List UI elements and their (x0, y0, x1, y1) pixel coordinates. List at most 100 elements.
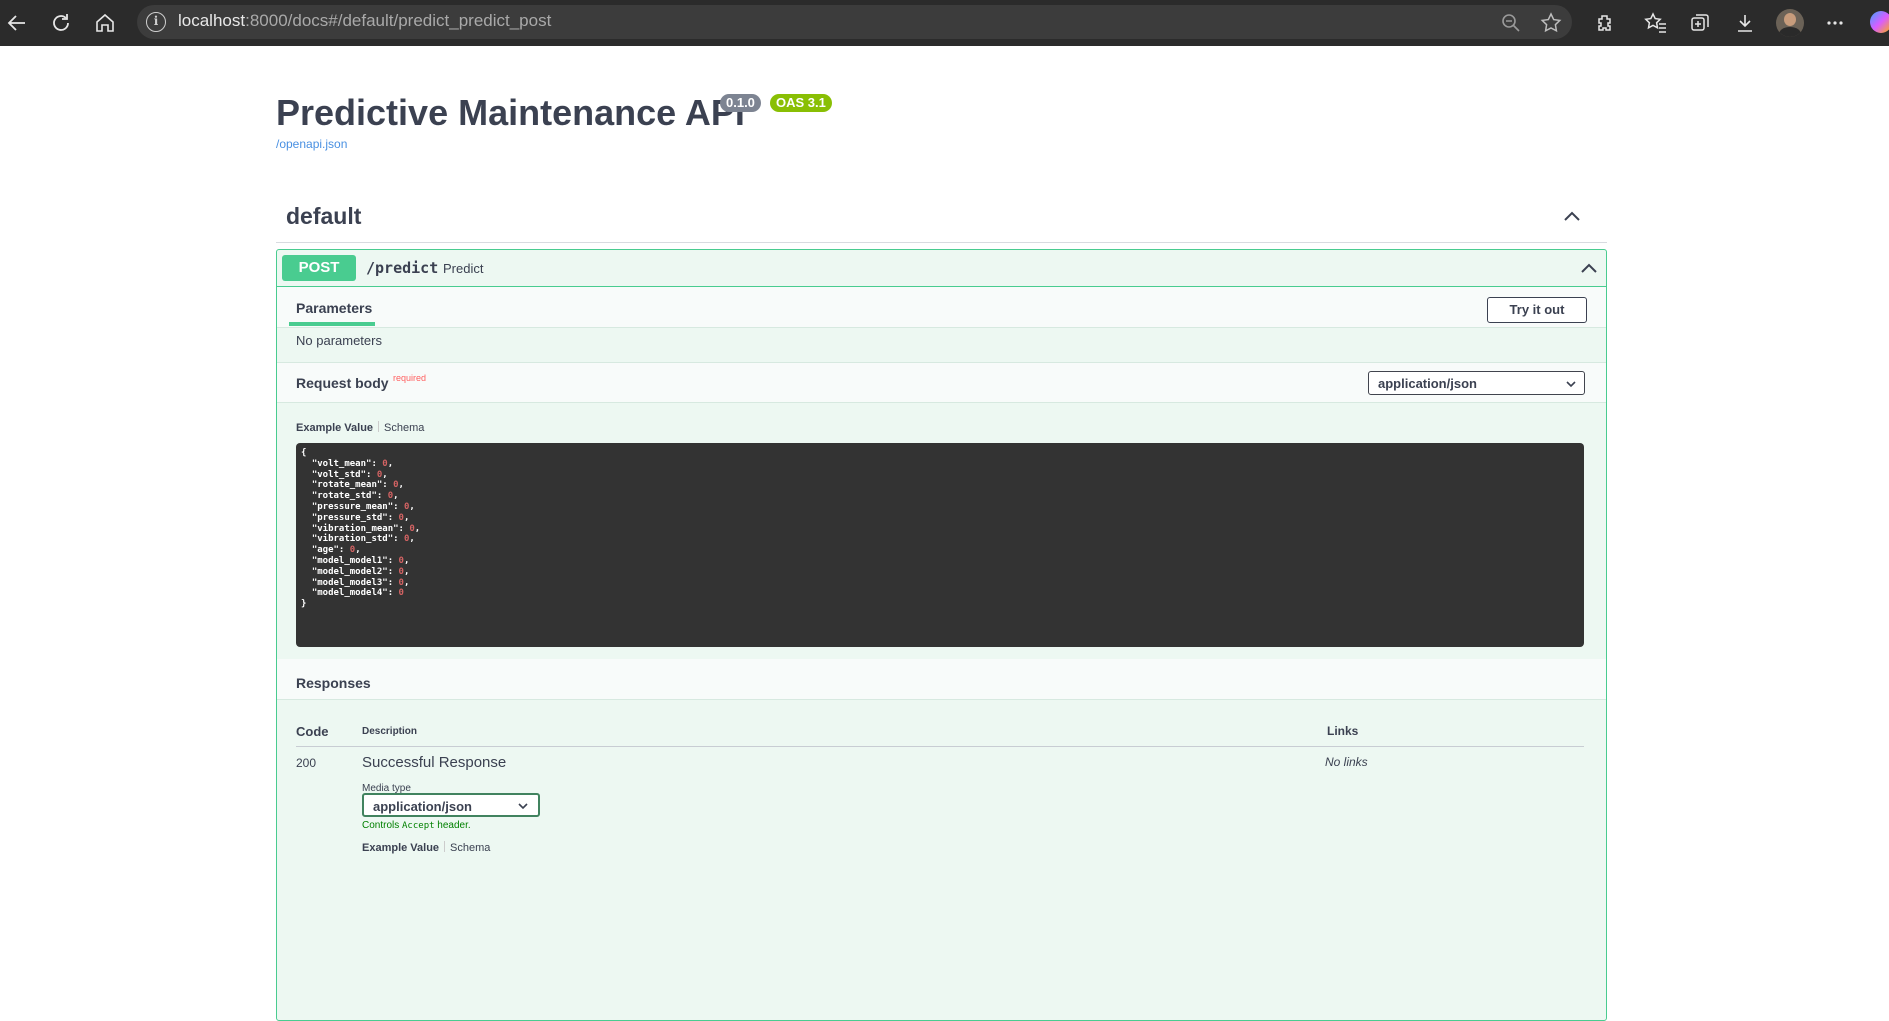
url-text[interactable]: localhost:8000/docs#/default/predict_pre… (178, 11, 551, 31)
code-key: "rotate_std": (301, 491, 388, 502)
code-line: "vibration_std": 0, (301, 534, 415, 544)
response-example-schema-tabs: Example Value Schema (362, 841, 490, 854)
code-key: "vibration_std": (301, 534, 404, 545)
controls-prefix: Controls (362, 820, 403, 831)
tag-section-header[interactable]: default (276, 192, 1607, 243)
code-punct: , (403, 566, 410, 577)
reload-icon[interactable] (46, 8, 76, 38)
profile-avatar[interactable] (1775, 8, 1805, 38)
code-key: "model_model1": (301, 556, 399, 566)
chevron-down-icon (1566, 381, 1576, 388)
star-icon[interactable] (1536, 8, 1566, 38)
code-key: "model_model3": (301, 577, 399, 588)
media-type-select[interactable]: application/json (362, 793, 540, 817)
code-key: "model_model4": (301, 588, 399, 599)
more-icon[interactable] (1820, 8, 1850, 38)
operation-block: POST /predict Predict Parameters Try it … (276, 249, 1607, 1021)
copilot-icon[interactable] (1870, 11, 1889, 33)
api-title: Predictive Maintenance API (276, 92, 745, 133)
code-line: "vibration_mean": 0, (301, 524, 420, 534)
request-body-header: Request body required application/json (277, 362, 1606, 403)
code-line: "model_model3": 0, (301, 577, 410, 588)
chevron-up-icon[interactable] (1580, 260, 1598, 278)
example-code-block: { "volt_mean": 0, "volt_std": 0, "rotate… (296, 443, 1584, 647)
tag-name: default (286, 203, 362, 229)
back-icon[interactable] (2, 8, 32, 38)
code-line: "model_model4": 0 (301, 588, 404, 598)
url-path: :8000/docs#/default/predict_predict_post (245, 11, 552, 30)
code-punct: , (403, 556, 410, 566)
tab-separator (444, 841, 446, 852)
example-schema-tabs: Example Value Schema (296, 421, 424, 434)
code-key: "pressure_std": (301, 512, 399, 523)
code-punct: , (355, 545, 361, 556)
method-badge: POST (282, 255, 356, 281)
code-line: "model_model1": 0, (301, 556, 410, 566)
response-description: Successful Response (362, 754, 507, 771)
content-type-select[interactable]: application/json (1368, 371, 1585, 395)
download-icon[interactable] (1730, 8, 1760, 38)
code-key: "age": (301, 545, 350, 556)
code-punct: , (403, 577, 410, 588)
responses-header: Responses (277, 659, 1606, 700)
url-host: localhost (178, 11, 246, 30)
code-key: "volt_mean": (301, 458, 383, 469)
chevron-down-icon (518, 803, 528, 810)
favorites-icon[interactable] (1641, 8, 1671, 38)
code-punct: , (409, 534, 415, 545)
code-line: { (301, 448, 306, 458)
extensions-icon[interactable] (1590, 8, 1620, 38)
request-body-label: Request body (296, 375, 389, 391)
collections-icon[interactable] (1685, 8, 1715, 38)
code-punct: , (393, 491, 399, 502)
required-label: required (393, 373, 427, 383)
column-links: Links (1327, 724, 1359, 738)
code-punct: , (403, 512, 410, 523)
chevron-up-icon[interactable] (1563, 208, 1581, 226)
code-key: "vibration_mean": (301, 523, 410, 534)
info-icon[interactable]: i (146, 12, 166, 32)
column-code: Code (296, 724, 329, 739)
media-type-value: application/json (373, 799, 472, 814)
operation-path: /predict (366, 259, 439, 277)
code-punct: , (398, 480, 404, 491)
code-line: "age": 0, (301, 545, 361, 555)
code-line: "pressure_std": 0, (301, 512, 410, 523)
try-it-out-button[interactable]: Try it out (1487, 297, 1587, 323)
operation-summary-text: Predict (443, 261, 484, 276)
code-line: "pressure_mean": 0, (301, 502, 415, 512)
controls-suffix: header. (434, 820, 471, 831)
code-line: } (301, 599, 306, 609)
zoom-icon[interactable] (1496, 8, 1526, 38)
oas-badge: OAS 3.1 (770, 94, 832, 112)
tab-schema[interactable]: Schema (384, 422, 424, 434)
version-badge: 0.1.0 (720, 94, 761, 112)
tab-separator (378, 421, 380, 432)
tab-schema[interactable]: Schema (450, 842, 490, 854)
code-key: "volt_std": (301, 469, 377, 480)
code-line: "volt_mean": 0, (301, 459, 393, 469)
tab-underline (289, 322, 375, 326)
content-type-value: application/json (1378, 376, 1477, 391)
code-line: "rotate_std": 0, (301, 491, 399, 501)
openapi-link[interactable]: /openapi.json (276, 137, 347, 151)
tab-example-value[interactable]: Example Value (362, 842, 439, 854)
response-code: 200 (296, 756, 317, 770)
operation-summary[interactable]: POST /predict Predict (277, 250, 1606, 287)
page-content: Predictive Maintenance API 0.1.0 OAS 3.1… (0, 46, 1889, 1021)
code-punct: , (409, 502, 415, 512)
code-key: "rotate_mean": (301, 480, 394, 491)
code-line: "model_model2": 0, (301, 566, 410, 577)
parameters-header: Parameters Try it out (277, 287, 1606, 328)
code-line: "rotate_mean": 0, (301, 480, 404, 490)
response-links: No links (1325, 755, 1368, 769)
tab-example-value[interactable]: Example Value (296, 422, 373, 434)
code-punct: , (387, 458, 394, 469)
home-icon[interactable] (90, 8, 120, 38)
no-parameters-text: No parameters (296, 333, 382, 348)
responses-title: Responses (296, 675, 371, 691)
controls-code: Accept (402, 821, 435, 831)
tab-parameters[interactable]: Parameters (289, 300, 379, 324)
code-key: "model_model2": (301, 566, 399, 577)
code-line: "volt_std": 0, (301, 470, 388, 480)
